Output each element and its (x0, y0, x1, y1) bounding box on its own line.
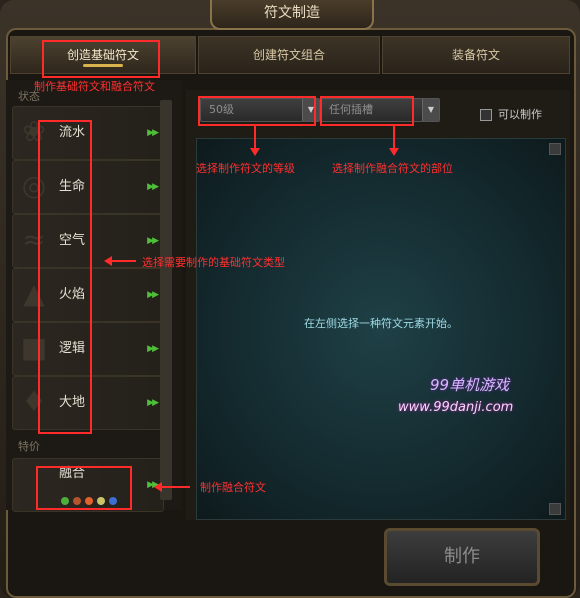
annotation-box-tab (42, 40, 160, 78)
tab-label: 装备符文 (451, 48, 500, 62)
scroll-down-button[interactable] (549, 503, 561, 515)
window-title: 符文制造 (210, 0, 374, 30)
watermark-url: www.99danji.com (398, 400, 514, 415)
annotation-box-level (198, 96, 316, 126)
annotation-arrow-level (250, 126, 260, 156)
annotation-slot-note: 选择制作融合符文的部位 (332, 162, 453, 175)
tab-equip-rune[interactable]: 装备符文 (382, 36, 570, 74)
expand-arrow-icon: ▶▶ (147, 344, 159, 354)
craft-button[interactable]: 制作 (384, 528, 540, 586)
annotation-arrow-fusion (154, 482, 190, 492)
rune-type-panel: 状态 ❀ 流水 ▶▶ ◎ 生命 ▶▶ ≈ 空气 ▶▶ ▲ 火焰 ▶▶ ■ 逻辑 … (6, 80, 182, 512)
annotation-tab-note: 制作基础符文和融合符文 (34, 80, 155, 93)
rune-list-scrollbar[interactable] (160, 100, 172, 500)
annotation-arrow-slot (389, 126, 399, 156)
scroll-up-button[interactable] (549, 143, 561, 155)
instruction-message: 在左侧选择一种符文元素开始。 (304, 317, 458, 330)
checkbox-label: 可以制作 (498, 108, 542, 121)
expand-arrow-icon: ▶▶ (147, 398, 159, 408)
annotation-box-rune-types (38, 120, 92, 434)
watermark-title: 99单机游戏 (430, 376, 510, 394)
annotation-box-slot (320, 96, 414, 126)
section-label-special: 特价 (18, 440, 40, 453)
annotation-arrow-types (104, 256, 136, 266)
rune-preview-area: 在左侧选择一种符文元素开始。 (196, 138, 566, 520)
chevron-down-icon: ▼ (422, 99, 439, 121)
expand-arrow-icon: ▶▶ (147, 182, 159, 192)
expand-arrow-icon: ▶▶ (147, 290, 159, 300)
annotation-type-note: 选择需要制作的基础符文类型 (142, 256, 285, 269)
annotation-level-note: 选择制作符文的等级 (196, 162, 295, 175)
tab-create-rune-combo[interactable]: 创建符文组合 (198, 36, 380, 74)
window-frame: 符文制造 创造基础符文 创建符文组合 装备符文 状态 ❀ 流水 ▶▶ ◎ 生命 … (0, 0, 580, 598)
can-craft-checkbox[interactable]: 可以制作 (480, 106, 542, 122)
annotation-fusion-note: 制作融合符文 (200, 481, 266, 494)
checkbox-box (480, 109, 492, 121)
annotation-box-fusion (36, 466, 132, 510)
rune-detail-panel: 50级 ▼ 任何插槽 ▼ 可以制作 在左侧选择一种符文元素开始。 (186, 90, 570, 520)
tab-label: 创建符文组合 (252, 48, 325, 62)
expand-arrow-icon: ▶▶ (147, 128, 159, 138)
